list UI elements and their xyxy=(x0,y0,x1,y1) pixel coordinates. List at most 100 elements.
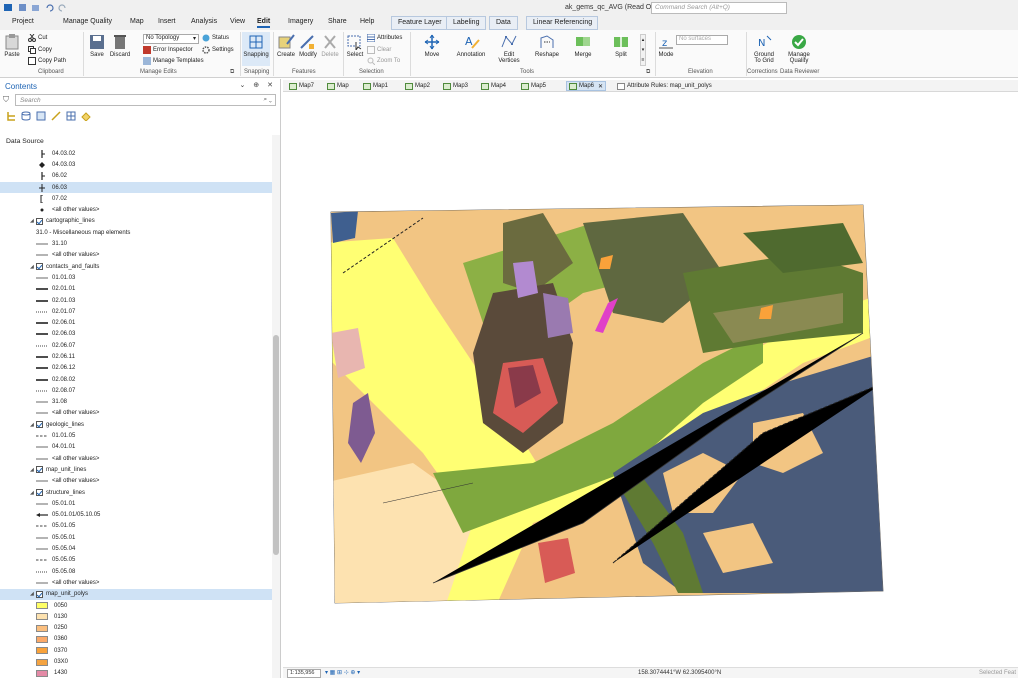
legend-item[interactable]: 05.05.08 xyxy=(0,566,272,577)
ground-to-grid-button[interactable]: N Ground To Grid xyxy=(750,34,778,64)
snapping-button[interactable]: Snapping xyxy=(242,32,270,66)
map-tab-attribute-rules-map-unit-polys[interactable]: Attribute Rules: map_unit_polys xyxy=(615,81,714,91)
legend-item[interactable]: 05.01.01/05.10.05 xyxy=(0,510,272,521)
close-icon[interactable]: ✕ xyxy=(598,83,603,90)
select-button[interactable]: Select xyxy=(345,34,365,58)
legend-item[interactable]: 04.01.01 xyxy=(0,442,272,453)
open-icon[interactable] xyxy=(31,3,40,12)
merge-button[interactable]: Merge xyxy=(570,34,596,58)
map-tab-map1[interactable]: Map1 xyxy=(361,81,390,91)
map-tab-map7[interactable]: Map7 xyxy=(287,81,316,91)
layer-map-unit-polys[interactable]: ◢ map_unit_polys xyxy=(0,588,272,600)
layer-visibility-checkbox[interactable] xyxy=(36,489,43,497)
tab-project[interactable]: Project xyxy=(12,18,34,25)
tools-gallery-scroll[interactable]: ▴ ▾ ≡ xyxy=(640,34,646,66)
legend-item[interactable]: 06.03 xyxy=(0,181,272,194)
attributes-button[interactable]: Attributes xyxy=(367,34,402,42)
status-button[interactable]: Status xyxy=(202,34,229,42)
tab-analysis[interactable]: Analysis xyxy=(191,18,217,25)
layer-visibility-checkbox[interactable] xyxy=(36,466,43,474)
legend-item[interactable]: <all other values> xyxy=(0,476,272,487)
list-by-source-icon[interactable] xyxy=(21,111,31,121)
layer-visibility-checkbox[interactable] xyxy=(36,263,43,271)
tab-help[interactable]: Help xyxy=(360,18,374,25)
list-by-selection-icon[interactable] xyxy=(36,111,46,121)
legend-item[interactable]: <all other values> xyxy=(0,453,272,464)
layer-visibility-checkbox[interactable] xyxy=(36,421,43,429)
save-button[interactable]: Save xyxy=(88,34,106,58)
edit-vertices-button[interactable]: Edit Vertices xyxy=(496,34,522,64)
legend-item[interactable]: 04.03.02 xyxy=(0,148,272,159)
tab-labeling[interactable]: Labeling xyxy=(446,16,487,30)
legend-item[interactable]: 02.06.11 xyxy=(0,351,272,362)
copy-path-button[interactable]: Copy Path xyxy=(28,57,66,65)
map-tab-map3[interactable]: Map3 xyxy=(441,81,470,91)
legend-item[interactable]: 0360 xyxy=(0,634,272,645)
color-swatch[interactable] xyxy=(36,613,48,621)
command-search-input[interactable]: Command Search (Alt+Q) xyxy=(651,2,787,14)
modify-button[interactable]: Modify xyxy=(298,34,318,58)
layer-structure-lines[interactable]: ◢ structure_lines xyxy=(0,487,272,498)
tab-linear-referencing[interactable]: Linear Referencing xyxy=(526,16,598,30)
manage-templates-button[interactable]: Manage Templates xyxy=(143,57,204,65)
legend-item[interactable]: 02.01.01 xyxy=(0,284,272,295)
undo-icon[interactable] xyxy=(45,3,54,12)
legend-item[interactable]: 01.01.05 xyxy=(0,430,272,441)
legend-item[interactable]: 02.01.03 xyxy=(0,295,272,306)
app-icon[interactable] xyxy=(4,3,13,12)
dialog-launcher-icon[interactable]: ⧉ xyxy=(230,69,234,76)
tab-imagery[interactable]: Imagery xyxy=(288,18,313,25)
legend-item[interactable]: 01.01.03 xyxy=(0,272,272,283)
filter-icon[interactable]: ⛉ xyxy=(3,95,9,105)
legend-item[interactable]: 06.02 xyxy=(0,171,272,182)
color-swatch[interactable] xyxy=(36,602,48,610)
legend-item[interactable]: 0050 xyxy=(0,600,272,611)
legend-item[interactable]: 02.01.07 xyxy=(0,306,272,317)
map-tab-map2[interactable]: Map2 xyxy=(403,81,432,91)
tab-map[interactable]: Map xyxy=(130,18,144,25)
layer-contacts-and-faults[interactable]: ◢ contacts_and_faults xyxy=(0,261,272,272)
navigation-icons[interactable]: ▾ ▦ ⊞ ⊹ ⊕ ▾ xyxy=(325,669,360,676)
cut-button[interactable]: Cut xyxy=(28,34,47,42)
color-swatch[interactable] xyxy=(36,658,48,666)
legend-item[interactable]: 02.06.03 xyxy=(0,329,272,340)
legend-item[interactable]: 07.02 xyxy=(0,193,272,204)
map-tab-map5[interactable]: Map5 xyxy=(519,81,548,91)
color-swatch[interactable] xyxy=(36,647,48,655)
legend-item[interactable]: 02.08.02 xyxy=(0,374,272,385)
scrollbar-thumb[interactable] xyxy=(273,335,279,555)
copy-button[interactable]: Copy xyxy=(28,46,52,54)
layer-cartographic-lines[interactable]: ◢ cartographic_lines xyxy=(0,216,272,227)
tab-insert[interactable]: Insert xyxy=(158,18,176,25)
create-button[interactable]: Create xyxy=(276,34,296,58)
legend-item[interactable]: 05.01.01 xyxy=(0,498,272,509)
map-view[interactable] xyxy=(283,93,1018,666)
tab-feature-layer[interactable]: Feature Layer xyxy=(391,16,449,30)
legend-item[interactable]: 0130 xyxy=(0,611,272,622)
surface-dropdown[interactable]: No surfaces xyxy=(676,35,728,45)
delete-button[interactable]: Delete xyxy=(320,34,340,58)
layer-map-unit-lines[interactable]: ◢ map_unit_lines xyxy=(0,464,272,475)
list-by-snapping-icon[interactable] xyxy=(66,111,76,121)
map-tab-map4[interactable]: Map4 xyxy=(479,81,508,91)
zoom-to-button[interactable]: Zoom To xyxy=(367,57,400,65)
legend-item[interactable]: 31.10 xyxy=(0,238,272,249)
color-swatch[interactable] xyxy=(36,624,48,632)
legend-item[interactable]: 02.08.07 xyxy=(0,385,272,396)
manage-quality-button[interactable]: Manage Quality xyxy=(786,34,812,64)
list-by-labeling-icon[interactable] xyxy=(81,111,91,121)
legend-item[interactable]: 03X0 xyxy=(0,656,272,667)
tab-view[interactable]: View xyxy=(230,18,245,25)
legend-item[interactable]: 05.05.01 xyxy=(0,532,272,543)
legend-item[interactable]: <all other values> xyxy=(0,204,272,215)
tab-data[interactable]: Data xyxy=(489,16,518,30)
error-inspector-button[interactable]: Error Inspector xyxy=(143,46,193,54)
layer-geologic-lines[interactable]: ◢ geologic_lines xyxy=(0,419,272,430)
elevation-mode-button[interactable]: z Mode xyxy=(657,34,675,58)
scale-dropdown[interactable]: 1:135,956 xyxy=(287,669,321,678)
color-swatch[interactable] xyxy=(36,635,48,643)
tab-edit[interactable]: Edit xyxy=(257,18,271,28)
legend-item[interactable]: 04.03.03 xyxy=(0,159,272,170)
legend-item[interactable]: <all other values> xyxy=(0,577,272,588)
legend-item[interactable]: 02.06.01 xyxy=(0,317,272,328)
